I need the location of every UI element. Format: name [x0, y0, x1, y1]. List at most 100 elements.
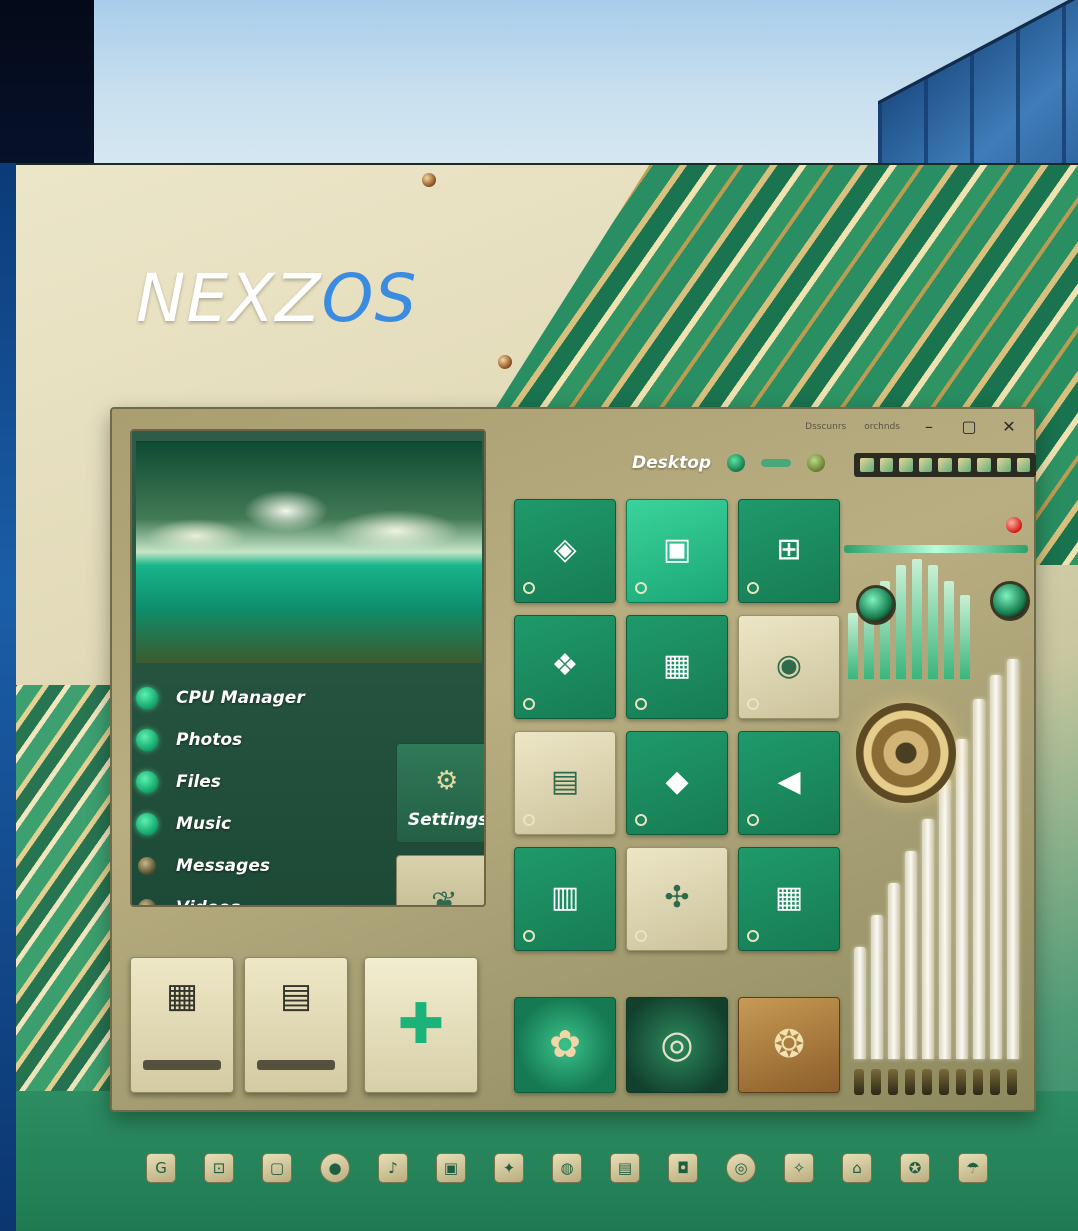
- chip-icon: ◎: [660, 1022, 694, 1066]
- equalizer-bar: [905, 851, 917, 1059]
- backdrop-dark-panel: [0, 0, 94, 163]
- toolbar-app-icon[interactable]: [1016, 458, 1031, 472]
- desktop-slider[interactable]: [761, 459, 792, 467]
- app-item-music[interactable]: Music: [136, 803, 305, 845]
- chip-app-tile[interactable]: ◎: [626, 997, 728, 1093]
- tile-badge-icon: [747, 814, 759, 826]
- backdrop-sky: [94, 0, 1078, 163]
- dock-app-icon[interactable]: ⌂: [842, 1153, 872, 1183]
- right-knob[interactable]: [990, 581, 1030, 621]
- dock-app-icon[interactable]: G: [146, 1153, 176, 1183]
- toolbar-app-icon[interactable]: [899, 458, 913, 472]
- app-tile-icon: ▣: [662, 532, 692, 567]
- app-tile[interactable]: ◆: [626, 731, 728, 835]
- brand-logo: NEXZOS: [136, 260, 417, 337]
- desktop-toggle-icon[interactable]: [727, 454, 746, 472]
- equalizer-peg[interactable]: [871, 1069, 881, 1095]
- app-tile-icon: ✣: [664, 880, 690, 915]
- app-launcher-panel: CPU Manager Photos Files Music Messages: [130, 429, 486, 907]
- app-tile[interactable]: ▤: [514, 731, 616, 835]
- app-tile[interactable]: ▥: [514, 847, 616, 951]
- equalizer-bar: [871, 915, 883, 1059]
- app-list: CPU Manager Photos Files Music Messages: [136, 677, 305, 905]
- app-tile[interactable]: ❖: [514, 615, 616, 719]
- dock-app-icon[interactable]: ✧: [784, 1153, 814, 1183]
- tile-badge-icon: [523, 582, 535, 594]
- dock-app-icon[interactable]: ▣: [436, 1153, 466, 1183]
- toolbar-app-icon[interactable]: [918, 458, 933, 472]
- toolbar-app-icon[interactable]: [977, 458, 991, 472]
- gallery-app-tile[interactable]: ▤: [244, 957, 348, 1093]
- app-item-messages[interactable]: Messages: [136, 845, 305, 887]
- equalizer-peg[interactable]: [854, 1069, 864, 1095]
- equalizer-peg[interactable]: [939, 1069, 949, 1095]
- dock-app-icon[interactable]: ☂: [958, 1153, 988, 1183]
- maze-app-tile[interactable]: ❂: [738, 997, 840, 1093]
- cpu-icon: [136, 687, 158, 709]
- app-tile-icon: ⊞: [776, 532, 802, 567]
- equalizer-peg[interactable]: [973, 1069, 983, 1095]
- equalizer-peg[interactable]: [1007, 1069, 1017, 1095]
- add-app-tile[interactable]: ✚: [364, 957, 478, 1093]
- tile-badge-icon: [523, 698, 535, 710]
- plant-app-tile[interactable]: ❦: [396, 855, 484, 905]
- volume-dial[interactable]: [856, 703, 956, 803]
- app-tile[interactable]: ▦: [626, 615, 728, 719]
- brand-logo-part1: NEXZ: [136, 260, 322, 337]
- equalizer-peg[interactable]: [956, 1069, 966, 1095]
- flower-icon: ✿: [549, 1022, 581, 1066]
- dock-app-icon[interactable]: ◘: [668, 1153, 698, 1183]
- dock-app-icon[interactable]: ✦: [494, 1153, 524, 1183]
- grid-app-tile[interactable]: ▦: [130, 957, 234, 1093]
- equalizer-peg[interactable]: [888, 1069, 898, 1095]
- dock-app-icon[interactable]: ♪: [378, 1153, 408, 1183]
- dock-app-icon[interactable]: ▤: [610, 1153, 640, 1183]
- app-tile[interactable]: ◈: [514, 499, 616, 603]
- toolbar-app-icon[interactable]: [938, 458, 952, 472]
- app-tile[interactable]: ◉: [738, 615, 840, 719]
- landscape-wallpaper-preview: [136, 441, 482, 663]
- dock-app-icon[interactable]: ◍: [552, 1153, 582, 1183]
- app-item-files[interactable]: Files: [136, 761, 305, 803]
- app-tile[interactable]: ✣: [626, 847, 728, 951]
- equalizer-peg[interactable]: [922, 1069, 932, 1095]
- dock-app-icon[interactable]: ✪: [900, 1153, 930, 1183]
- settings-tile[interactable]: ⚙ Settings: [396, 743, 486, 843]
- settings-label: Settings: [407, 810, 486, 830]
- flower-app-tile[interactable]: ✿: [514, 997, 616, 1093]
- toolbar-app-icon[interactable]: [860, 458, 874, 472]
- app-tile[interactable]: ▦: [738, 847, 840, 951]
- app-item-videos[interactable]: Videos: [136, 887, 305, 905]
- toolbar-app-icon[interactable]: [879, 458, 894, 472]
- tile-badge-icon: [747, 698, 759, 710]
- dock-app-icon[interactable]: ◎: [726, 1153, 756, 1183]
- os-artwork-frame: NEXZOS Dsscunrs orchnds – ▢ ✕ CPU Manage…: [16, 163, 1078, 1231]
- close-button[interactable]: ✕: [998, 417, 1020, 436]
- app-item-photos[interactable]: Photos: [136, 719, 305, 761]
- left-knob[interactable]: [856, 585, 896, 625]
- tile-badge-icon: [635, 814, 647, 826]
- grid-icon: ▦: [165, 976, 199, 1016]
- app-tile-icon: ◆: [665, 764, 689, 799]
- dock-app-icon[interactable]: ▢: [262, 1153, 292, 1183]
- minimize-button[interactable]: –: [918, 417, 940, 436]
- equalizer-bar: [939, 779, 951, 1059]
- tile-badge-icon: [523, 930, 535, 942]
- maximize-button[interactable]: ▢: [958, 417, 980, 436]
- music-icon: [136, 813, 158, 835]
- toolbar-app-icon[interactable]: [996, 458, 1011, 472]
- dock-app-icon[interactable]: ⊡: [204, 1153, 234, 1183]
- app-item-cpu-manager[interactable]: CPU Manager: [136, 677, 305, 719]
- equalizer-bar: [854, 947, 866, 1059]
- messages-icon: [138, 857, 156, 875]
- equalizer-peg[interactable]: [905, 1069, 915, 1095]
- toolbar-app-icon[interactable]: [957, 458, 972, 472]
- app-tile[interactable]: ▣: [626, 499, 728, 603]
- equalizer-peg[interactable]: [990, 1069, 1000, 1095]
- equalizer-bar: [922, 819, 934, 1059]
- app-tile[interactable]: ⊞: [738, 499, 840, 603]
- desktop-status-icon[interactable]: [807, 454, 826, 472]
- main-window: Dsscunrs orchnds – ▢ ✕ CPU Manager Photo…: [110, 407, 1036, 1112]
- dock-app-icon[interactable]: ●: [320, 1153, 350, 1183]
- app-tile[interactable]: ◀: [738, 731, 840, 835]
